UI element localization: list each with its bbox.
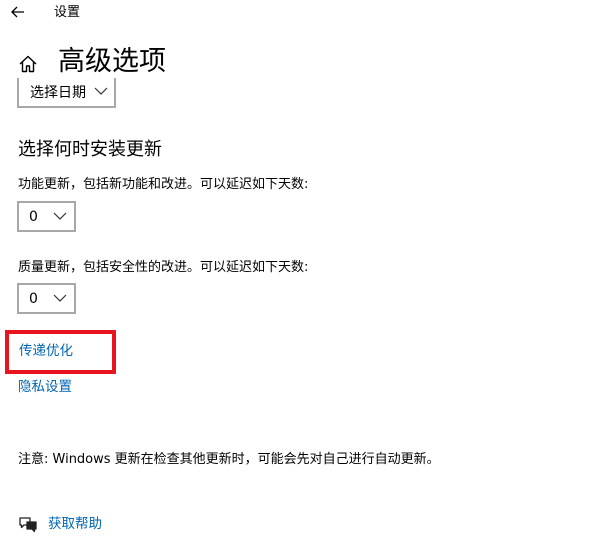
select-date-value: 选择日期 [30, 85, 86, 101]
privacy-settings-link[interactable]: 隐私设置 [18, 378, 72, 396]
help-chat-icon [19, 517, 37, 533]
quality-updates-defer-dropdown[interactable]: 0 [17, 283, 76, 314]
back-arrow-icon [11, 6, 24, 18]
chevron-down-icon [94, 87, 108, 95]
highlight-annotation-box [5, 330, 116, 374]
chevron-down-icon [53, 294, 67, 302]
auto-update-note: 注意: Windows 更新在检查其他更新时，可能会先对自己进行自动更新。 [18, 452, 440, 467]
quality-updates-defer-value: 0 [29, 290, 38, 307]
settings-page: 设置 高级选项 选择日期 选择何时安装更新 功能更新，包括新功能和改进。可以延迟… [0, 0, 600, 538]
feature-updates-label: 功能更新，包括新功能和改进。可以延迟如下天数: [18, 177, 309, 192]
chevron-down-icon [53, 212, 67, 220]
install-time-heading: 选择何时安装更新 [18, 139, 162, 160]
get-help-link[interactable]: 获取帮助 [18, 515, 102, 533]
get-help-label: 获取帮助 [48, 516, 102, 532]
feature-updates-defer-dropdown[interactable]: 0 [17, 201, 76, 232]
quality-updates-label: 质量更新，包括安全性的改进。可以延迟如下天数: [18, 260, 309, 275]
window-title: 设置 [54, 5, 81, 20]
feature-updates-defer-value: 0 [29, 208, 38, 225]
page-title: 高级选项 [58, 46, 166, 77]
select-date-dropdown[interactable]: 选择日期 [17, 78, 116, 108]
back-button[interactable] [6, 2, 30, 22]
home-icon[interactable] [18, 54, 38, 74]
